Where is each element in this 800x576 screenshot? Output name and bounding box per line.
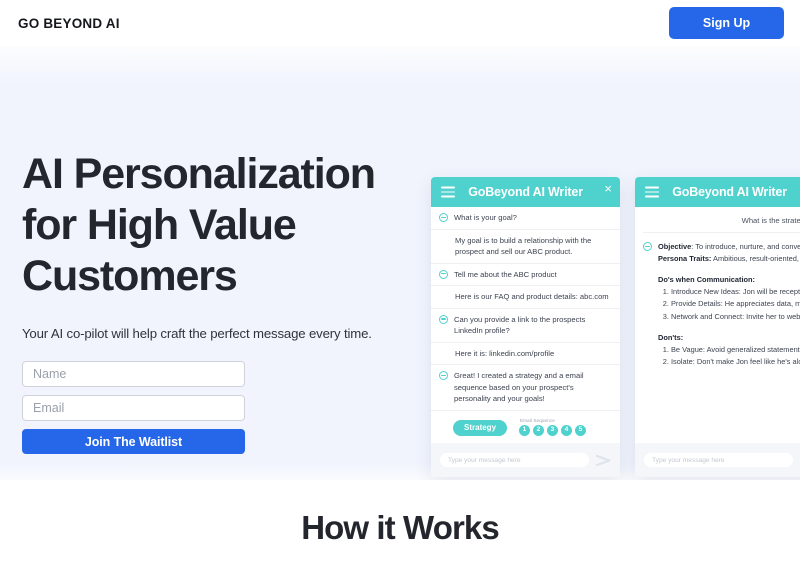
sequence-step-5[interactable]: 5	[575, 424, 587, 436]
page-title: AI Personalization for High Value Custom…	[22, 149, 422, 302]
email-sequence-steps: 1 2 3 4 5	[519, 424, 587, 436]
chat-message-input[interactable]	[644, 453, 793, 467]
dos-item: Provide Details: He appreciates data, me…	[671, 298, 800, 310]
site-header: GO BEYOND AI Sign Up	[0, 0, 800, 46]
hero-title-line-1: AI Personalization	[22, 150, 376, 198]
donts-item: Isolate: Don't make Jon feel like he's a…	[671, 356, 800, 368]
chat-widget-two-footer	[635, 443, 800, 477]
close-icon[interactable]: ×	[604, 182, 612, 195]
donts-item: Be Vague: Avoid generalized statements. …	[671, 344, 800, 356]
chat-widget-two-header: GoBeyond AI Writer	[635, 177, 800, 207]
bot-avatar-icon	[439, 371, 448, 381]
objective-label: Objective	[658, 242, 692, 251]
chat-message: What is your goal?	[431, 207, 620, 230]
chat-message-text: My goal is to build a relationship with …	[455, 235, 592, 257]
chat-widget-two-body: What is the strategy? Objective: To intr…	[635, 207, 800, 443]
hero-title-line-3: Customers	[22, 252, 238, 301]
waitlist-form: Join The Waitlist	[22, 361, 245, 455]
chat-message-text: Great! I created a strategy and a email …	[454, 371, 584, 404]
chat-widget-two: GoBeyond AI Writer What is the strategy?…	[635, 177, 800, 477]
name-input[interactable]	[22, 361, 245, 388]
sequence-step-2[interactable]: 2	[533, 424, 545, 436]
send-icon[interactable]	[596, 454, 611, 466]
bot-avatar-icon	[439, 213, 448, 222]
chat-message: Tell me about the ABC product	[431, 264, 620, 287]
chat-message-text: Here is our FAQ and product details: abc…	[455, 292, 609, 302]
chat-message-text: Here it is: linkedin.com/profile	[455, 348, 555, 358]
dos-item: Network and Connect: Invite her to webin…	[671, 311, 800, 323]
how-it-works-section: How it Works	[0, 480, 800, 576]
hero-section: AI Personalization for High Value Custom…	[0, 46, 800, 480]
chat-message: Can you provide a link to the prospects …	[431, 309, 620, 343]
chat-actions-row: Strategy Email Sequence 1 2 3 4 5	[431, 411, 620, 443]
bot-avatar-icon	[439, 314, 448, 324]
hero-copy: AI Personalization for High Value Custom…	[22, 149, 422, 455]
chat-widget-one: GoBeyond AI Writer × What is your goal? …	[431, 177, 620, 477]
chat-message: Here it is: linkedin.com/profile	[431, 343, 620, 366]
email-sequence-label: Email Sequence	[520, 417, 555, 423]
email-input[interactable]	[22, 395, 245, 422]
strategy-block: Objective: To introduce, nurture, and co…	[643, 233, 800, 369]
strategy-chip-button[interactable]: Strategy	[453, 419, 508, 436]
how-it-works-title: How it Works	[301, 509, 500, 546]
sequence-step-4[interactable]: 4	[561, 424, 573, 436]
sequence-step-1[interactable]: 1	[519, 424, 531, 436]
chat-message: Here is our FAQ and product details: abc…	[431, 286, 620, 309]
brand-logo[interactable]: GO BEYOND AI	[18, 16, 120, 31]
chat-message-text: Can you provide a link to the prospects …	[454, 314, 586, 336]
persona-text: Ambitious, result-oriented, loves new ta…	[713, 253, 800, 263]
persona-label: Persona Traits:	[658, 253, 712, 263]
chat-message: Great! I created a strategy and a email …	[431, 365, 620, 411]
email-sequence-group: Email Sequence 1 2 3 4 5	[519, 417, 587, 436]
chat-message-text: What is your goal?	[454, 213, 517, 222]
chat-widget-one-footer	[431, 443, 620, 477]
sign-up-button[interactable]: Sign Up	[669, 6, 784, 40]
strategy-text: Objective: To introduce, nurture, and co…	[658, 241, 800, 369]
hero-subtitle: Your AI co-pilot will help craft the per…	[22, 326, 372, 342]
dos-heading: Do's when Communication:	[658, 274, 756, 284]
donts-heading: Don'ts:	[658, 332, 684, 342]
user-question: What is the strategy?	[643, 211, 800, 233]
bot-avatar-icon	[643, 242, 652, 251]
donts-list: Be Vague: Avoid generalized statements. …	[658, 344, 800, 368]
chat-message-input[interactable]	[440, 453, 589, 467]
hero-title-line-2: for High Value	[22, 201, 297, 250]
dos-item: Introduce New Ideas: Jon will be recepti…	[671, 286, 800, 298]
chat-message: My goal is to build a relationship with …	[431, 230, 620, 264]
chat-message-text: Tell me about the ABC product	[454, 269, 557, 279]
chat-widget-two-title: GoBeyond AI Writer	[672, 185, 787, 199]
objective-text: : To introduce, nurture, and convert mar…	[691, 242, 800, 251]
sequence-step-3[interactable]: 3	[547, 424, 559, 436]
bot-avatar-icon	[439, 269, 448, 279]
chat-widget-one-header: GoBeyond AI Writer ×	[431, 177, 620, 207]
chat-widget-one-title: GoBeyond AI Writer	[468, 185, 583, 199]
chat-widget-one-body: What is your goal? My goal is to build a…	[431, 207, 620, 443]
dos-list: Introduce New Ideas: Jon will be recepti…	[658, 286, 800, 323]
strategy-document: What is the strategy? Objective: To intr…	[635, 207, 800, 375]
hamburger-menu-icon[interactable]	[441, 186, 455, 198]
join-waitlist-button[interactable]: Join The Waitlist	[22, 429, 245, 455]
hamburger-menu-icon[interactable]	[645, 186, 659, 198]
